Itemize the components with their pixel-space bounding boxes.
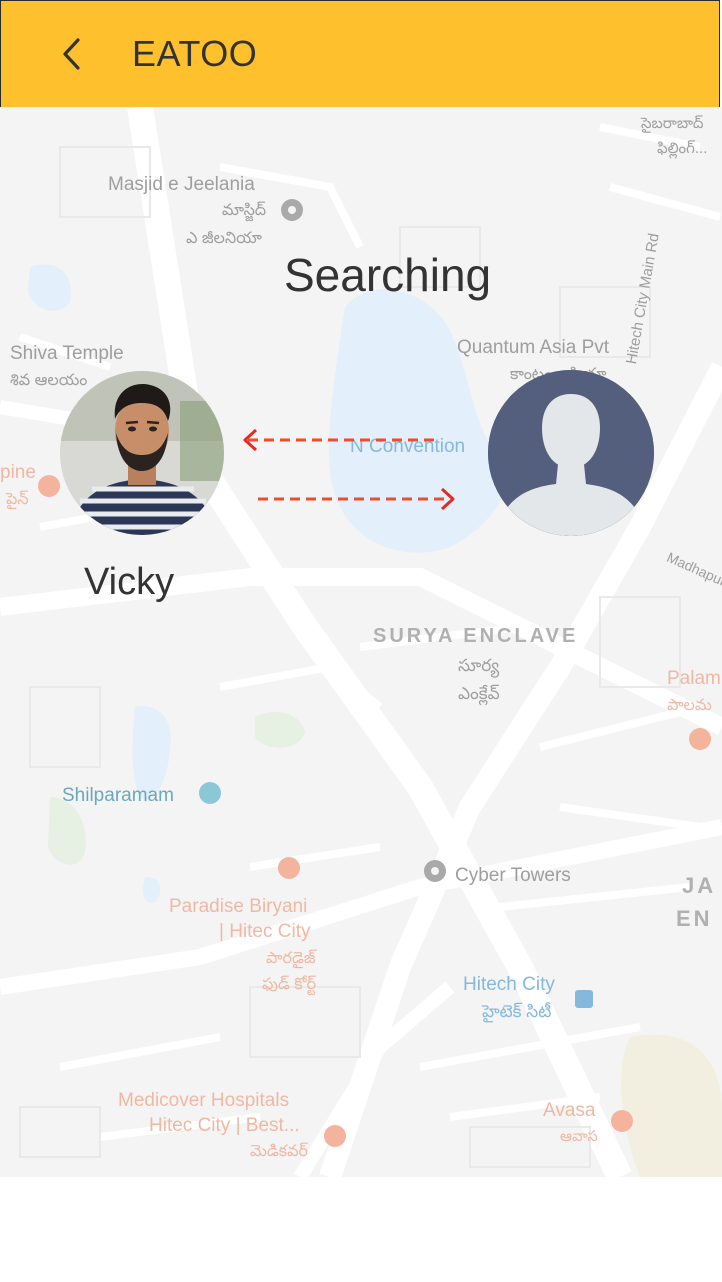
- map-label: మెడికవర్: [250, 1143, 308, 1160]
- map-label: హైటెక్ సిటీ: [482, 1002, 552, 1021]
- person-silhouette-icon: [488, 370, 654, 536]
- map-label: JA: [682, 873, 717, 898]
- user-photo: [60, 371, 224, 535]
- map-label: Hitech City: [463, 974, 555, 995]
- searching-status: Searching: [284, 249, 492, 301]
- map-label: పారడైజ్: [266, 950, 316, 967]
- map-label: | Hitec City: [219, 921, 311, 942]
- map-label: SURYA ENCLAVE: [373, 625, 579, 647]
- driver-avatar-placeholder: [488, 370, 654, 536]
- map-label: Hitec City | Best...: [149, 1115, 300, 1136]
- map-label: Cyber Towers: [455, 865, 571, 886]
- map-label: Paradise Biryani: [169, 896, 308, 917]
- map-label: Palam: [667, 668, 721, 689]
- outgoing-arrow-icon: [258, 487, 455, 511]
- map-label: పాలమ: [667, 697, 712, 714]
- app-bar: EATOO: [0, 0, 720, 107]
- incoming-arrow-icon: [243, 428, 440, 452]
- map-label: ఫిల్లింగ్...: [657, 140, 708, 157]
- map-label: Avasa: [543, 1100, 596, 1121]
- map-label: మాస్జిద్: [222, 202, 267, 219]
- user-name: Vicky: [84, 561, 175, 603]
- map-label: Shiva Temple: [10, 343, 124, 364]
- user-avatar: [60, 371, 224, 535]
- map-label: EN: [676, 906, 713, 931]
- map-label: Quantum Asia Pvt: [457, 337, 610, 358]
- back-button[interactable]: [49, 31, 93, 77]
- map-label: Masjid e Jeelania: [108, 174, 255, 195]
- map-label: Medicover Hospitals: [118, 1090, 290, 1111]
- map-label: ఆవాస: [560, 1128, 598, 1145]
- map-label: సూర్య: [458, 656, 500, 675]
- map-label: ఎంక్లేవ్: [458, 684, 500, 703]
- map-label: ఎ జీలనియా: [186, 230, 262, 247]
- chevron-left-icon: [63, 38, 80, 70]
- map-label: సైబరాబాద్: [641, 115, 704, 132]
- map-label: పైన్: [6, 491, 29, 508]
- map-label: Shilparamam: [62, 785, 174, 806]
- bottom-blank-area: [0, 1177, 722, 1282]
- map-label: ఫుడ్ కోర్ట్: [262, 976, 317, 993]
- map-label: శివ ఆలయం: [10, 372, 88, 389]
- app-title: EATOO: [132, 33, 258, 74]
- map-label: pine: [0, 462, 36, 483]
